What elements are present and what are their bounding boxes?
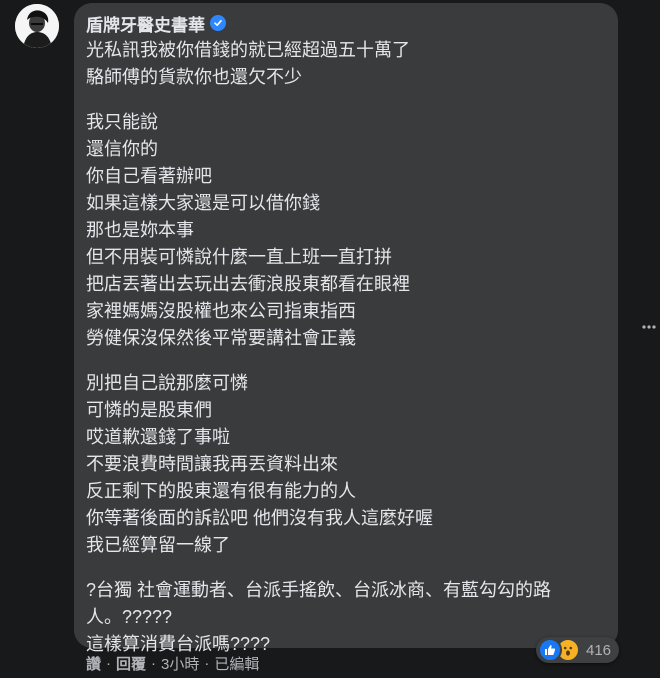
- comment-line: 你自己看著辦吧: [86, 166, 212, 186]
- comment-line: 勞健保沒保然後平常要講社會正義: [86, 328, 356, 348]
- comment-line: 可憐的是股東們: [86, 400, 212, 420]
- more-options-icon[interactable]: [638, 316, 660, 338]
- avatar[interactable]: [15, 4, 59, 48]
- comment-line: 你等著後面的訴訟吧 他們沒有我人這麼好喔: [86, 508, 433, 528]
- separator: ·: [204, 654, 210, 672]
- comment-paragraph: 我只能說 還信你的 你自己看著辦吧 如果這樣大家還是可以借你錢 那也是妳本事 但…: [86, 109, 606, 352]
- reactions-summary[interactable]: 416: [536, 637, 620, 663]
- comment-line: 家裡媽媽沒股權也來公司指東指西: [86, 301, 356, 321]
- timestamp[interactable]: 3小時: [161, 653, 199, 674]
- comment-bubble: 盾牌牙醫史書華 光私訊我被你借錢的就已經超過五十萬了 駱師傅的貨款你也還欠不少 …: [74, 3, 618, 654]
- comment-line: ?台獨 社會運動者、台派手搖飲、台派冰商、有藍勾勾的路: [86, 580, 552, 600]
- comment-paragraph: ?台獨 社會運動者、台派手搖飲、台派冰商、有藍勾勾的路 人。????? 這樣算消…: [86, 577, 606, 658]
- separator: ·: [151, 654, 157, 672]
- comment-line: 但不用裝可憐說什麼一直上班一直打拼: [86, 247, 392, 267]
- comment-line: 那也是妳本事: [86, 220, 194, 240]
- comment-author[interactable]: 盾牌牙醫史書華: [86, 11, 205, 36]
- comment-line: 把店丟著出去玩出去衝浪股東都看在眼裡: [86, 274, 410, 294]
- separator: ·: [106, 654, 112, 672]
- comment-line: 如果這樣大家還是可以借你錢: [86, 193, 320, 213]
- reaction-count: 416: [586, 641, 612, 659]
- comment-line: 反正剩下的股東還有很有能力的人: [86, 481, 356, 501]
- reply-button[interactable]: 回覆: [116, 653, 146, 674]
- comment-line: 別把自己說那麼可憐: [86, 373, 248, 393]
- comment-line: 我已經算留一線了: [86, 535, 230, 555]
- comment-paragraph: 別把自己說那麼可憐 可憐的是股東們 哎道歉還錢了事啦 不要浪費時間讓我再丟資料出…: [86, 370, 606, 559]
- comment-line: 人。?????: [86, 607, 173, 627]
- comment-line: 駱師傅的貨款你也還欠不少: [86, 67, 302, 87]
- comment-line: 光私訊我被你借錢的就已經超過五十萬了: [86, 40, 410, 60]
- comment-paragraph: 光私訊我被你借錢的就已經超過五十萬了 駱師傅的貨款你也還欠不少: [86, 37, 606, 91]
- edited-label[interactable]: 已編輯: [214, 653, 259, 674]
- comment-text: 光私訊我被你借錢的就已經超過五十萬了 駱師傅的貨款你也還欠不少 我只能說 還信你…: [86, 37, 606, 658]
- comment-line: 還信你的: [86, 139, 158, 159]
- comment-line: 我只能說: [86, 112, 158, 132]
- like-button[interactable]: 讚: [86, 653, 101, 674]
- like-icon: [538, 638, 562, 662]
- verified-badge-icon: [210, 15, 226, 31]
- comment-line: 哎道歉還錢了事啦: [86, 427, 230, 447]
- comment-line: 不要浪費時間讓我再丟資料出來: [86, 454, 338, 474]
- comment-actions: 讚 · 回覆 · 3小時 · 已編輯: [86, 652, 259, 674]
